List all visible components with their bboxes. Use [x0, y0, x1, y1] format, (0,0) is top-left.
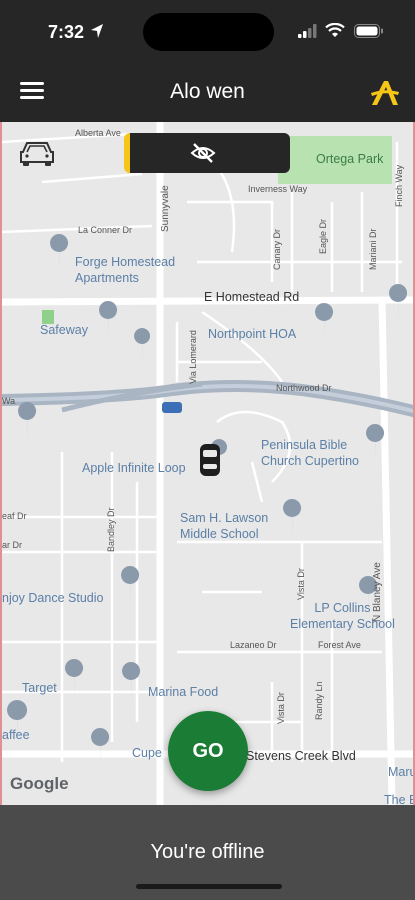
street-label: E Homestead Rd — [204, 290, 300, 304]
place-dance-studio[interactable]: njoy Dance Studio — [2, 590, 103, 606]
street-label: eaf Dr — [2, 511, 27, 521]
street-label: Via Lomerard — [188, 330, 198, 384]
street-label: Eagle Dr — [318, 218, 328, 254]
street-label: Randy Ln — [314, 681, 324, 720]
place-maru[interactable]: Maru — [388, 764, 413, 780]
driver-status-text: You're offline — [150, 841, 265, 863]
place-peninsula-bible-church[interactable]: Peninsula Bible Church Cupertino — [261, 437, 359, 469]
page-title: Alo wen — [170, 80, 245, 103]
street-label: Vista Dr — [276, 692, 286, 724]
place-ortega-park[interactable]: Ortega Park — [316, 152, 383, 166]
app-header: Alo wen — [0, 62, 415, 122]
street-label: ar Dr — [2, 540, 22, 550]
street-label: Northwood Dr — [276, 383, 332, 393]
street-label: Lazaneo Dr — [230, 640, 277, 650]
go-button[interactable]: GO — [168, 711, 248, 791]
wifi-icon — [325, 23, 345, 37]
cellular-signal-icon — [298, 24, 317, 38]
place-safeway[interactable]: Safeway — [40, 322, 88, 338]
eye-off-icon — [190, 143, 216, 163]
car-icon[interactable] — [18, 138, 56, 168]
brand-logo-icon — [371, 81, 399, 105]
place-apple-infinite-loop[interactable]: Apple Infinite Loop — [82, 460, 186, 476]
place-cupertino[interactable]: Cupe — [132, 745, 162, 761]
street-label: Vista Dr — [296, 568, 306, 600]
street-label: Mariani Dr — [368, 228, 378, 270]
street-label: Inverness Way — [248, 184, 308, 194]
place-target[interactable]: Target — [22, 680, 57, 696]
street-label: Finch Way — [394, 164, 404, 207]
place-lawson-middle-school[interactable]: Sam H. Lawson Middle School — [180, 510, 268, 542]
street-label: Wa — [2, 396, 16, 406]
location-arrow-icon — [91, 24, 103, 38]
place-cafe[interactable]: affee — [2, 727, 30, 743]
place-lp-collins-school[interactable]: LP Collins Elementary School — [290, 600, 395, 632]
status-time: 7:32 — [48, 22, 85, 42]
street-label: Alberta Ave — [75, 128, 121, 138]
street-label: Stevens Creek Blvd — [246, 749, 356, 763]
place-marina-food[interactable]: Marina Food — [148, 684, 218, 700]
battery-icon — [354, 24, 383, 38]
place-northpoint-hoa[interactable]: Northpoint HOA — [208, 326, 296, 342]
place-forge-homestead[interactable]: Forge Homestead Apartments — [75, 254, 175, 286]
street-label: Forest Ave — [318, 640, 361, 650]
street-label: Canary Dr — [272, 228, 282, 270]
google-logo: Google — [10, 774, 69, 793]
dynamic-island — [143, 13, 274, 51]
street-label: La Conner Dr — [78, 225, 133, 235]
street-label: Sunnyvale — [160, 185, 171, 232]
street-label: Bandley Dr — [106, 507, 116, 552]
place-the-b[interactable]: The B — [384, 792, 413, 805]
map-view[interactable]: Alberta Ave Inverness Way La Conner Dr E… — [0, 122, 415, 805]
status-bar: 7:32 — [0, 0, 415, 62]
visibility-toggle-button[interactable] — [124, 133, 290, 173]
home-indicator[interactable] — [136, 884, 282, 889]
bottom-status-panel[interactable]: You're offline — [0, 805, 415, 900]
